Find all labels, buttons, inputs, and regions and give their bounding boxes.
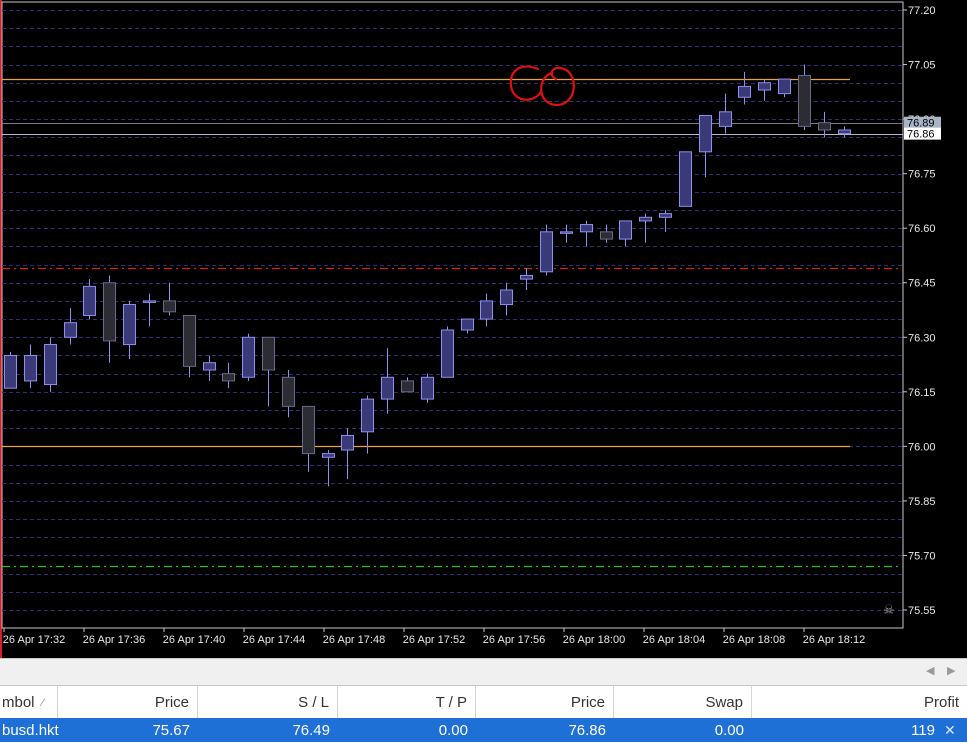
price-scale-label: 77.05 (908, 60, 936, 72)
time-axis-label: 26 Apr 18:00 (563, 634, 625, 646)
candle-body (24, 354, 37, 382)
time-axis-label: 26 Apr 17:52 (403, 634, 465, 646)
candle-body (580, 224, 593, 233)
candle-body (4, 354, 17, 389)
trade-take-profit: 0.00 (438, 722, 468, 739)
candle-body (143, 300, 156, 303)
time-axis-label: 26 Apr 18:04 (643, 634, 705, 646)
candle-body (738, 85, 751, 98)
chart-panel[interactable]: 77.2077.0576.9076.7576.6076.4576.3076.15… (0, 0, 967, 658)
candle-body (341, 434, 354, 451)
trade-table-header: mbol ⁄ Price S / L T / P Price Swap Prof… (0, 686, 967, 718)
time-axis-label: 26 Apr 17:48 (323, 634, 385, 646)
time-axis-label: 26 Apr 17:32 (3, 634, 65, 646)
candle-body (818, 122, 831, 131)
candle-body (401, 380, 414, 393)
trade-current-price: 76.86 (568, 722, 606, 739)
candle-body (699, 114, 712, 153)
column-header-symbol-label: mbol (2, 694, 35, 711)
candle-body (520, 274, 533, 280)
price-chart[interactable]: 77.2077.0576.9076.7576.6076.4576.3076.15… (0, 0, 967, 658)
candle-body (619, 220, 632, 240)
candle-body (679, 151, 692, 207)
ask-price-label: 76.86 (907, 129, 935, 141)
price-scale-label: 75.70 (908, 550, 936, 562)
candle-body (103, 282, 116, 342)
trade-symbol: busd.hkt (2, 722, 59, 739)
candle-body (500, 289, 513, 306)
candle-body (282, 376, 295, 407)
candle-body (183, 314, 196, 367)
trade-swap: 0.00 (714, 722, 744, 739)
candle-body (798, 74, 811, 127)
candle-body (322, 453, 335, 458)
candle-body (778, 78, 791, 95)
price-scale-label: 75.55 (908, 605, 936, 617)
price-scale-label: 76.60 (908, 223, 936, 235)
candle-body (758, 82, 771, 91)
trade-row[interactable]: busd.hkt 75.67 76.49 0.00 76.86 0.00 119… (0, 718, 967, 742)
candle-body (83, 285, 96, 316)
candle-body (361, 398, 374, 433)
time-axis-label: 26 Apr 17:44 (243, 634, 305, 646)
time-axis-label: 26 Apr 18:08 (723, 634, 785, 646)
candle-body (719, 111, 732, 127)
candle-body (838, 129, 851, 135)
candle-body (381, 376, 394, 400)
price-scale-label: 76.30 (908, 332, 936, 344)
time-axis-label: 26 Apr 17:40 (163, 634, 225, 646)
candle-body (44, 344, 57, 386)
annotation-letter-o (540, 66, 575, 107)
price-scale-label: 76.45 (908, 278, 936, 290)
candle-body (560, 231, 573, 234)
candle-body (461, 318, 474, 331)
candle-body (262, 336, 275, 371)
annotation-go: GO (509, 65, 575, 107)
candle-body (421, 376, 434, 400)
time-axis-label: 26 Apr 17:56 (483, 634, 545, 646)
candle-body (639, 216, 652, 222)
candle-body (222, 373, 235, 382)
price-scale-label: 75.85 (908, 496, 936, 508)
column-header-swap[interactable]: Swap (614, 686, 752, 718)
trade-stop-loss: 76.49 (292, 722, 330, 739)
candle-body (480, 300, 493, 320)
chart-frame (1, 1, 904, 629)
price-scale-label: 77.20 (908, 5, 936, 17)
candle-body (441, 329, 454, 378)
price-scale-label: 76.15 (908, 387, 936, 399)
candle-body (163, 300, 176, 313)
time-axis-label: 26 Apr 17:36 (83, 634, 145, 646)
candle-body (242, 336, 255, 378)
skull-icon: ☠ (883, 603, 895, 618)
trade-open-price: 75.67 (152, 722, 190, 739)
candle-body (600, 231, 613, 240)
column-header-tp[interactable]: T / P (338, 686, 476, 718)
candle-body (540, 231, 553, 273)
candle-body (123, 304, 136, 346)
trade-profit: 119 (911, 722, 935, 739)
column-header-symbol[interactable]: mbol ⁄ (0, 686, 58, 718)
scroll-left-icon[interactable]: ◀ (926, 664, 934, 677)
chart-scroll-strip: ◀ ▶ (0, 658, 967, 686)
sort-asc-icon: ⁄ (42, 697, 44, 709)
time-axis-label: 26 Apr 18:12 (803, 634, 865, 646)
price-scale-label: 76.00 (908, 441, 936, 453)
candle-body (64, 322, 77, 338)
column-header-price-current[interactable]: Price (476, 686, 614, 718)
column-header-profit[interactable]: Profit (752, 686, 967, 718)
candle-body (203, 362, 216, 371)
candle-body (659, 213, 672, 218)
column-header-price[interactable]: Price (58, 686, 198, 718)
column-header-sl[interactable]: S / L (198, 686, 338, 718)
price-scale-label: 76.75 (908, 169, 936, 181)
close-trade-icon[interactable]: ✕ (944, 718, 956, 743)
candle-body (302, 405, 315, 455)
scroll-right-icon[interactable]: ▶ (947, 664, 955, 677)
